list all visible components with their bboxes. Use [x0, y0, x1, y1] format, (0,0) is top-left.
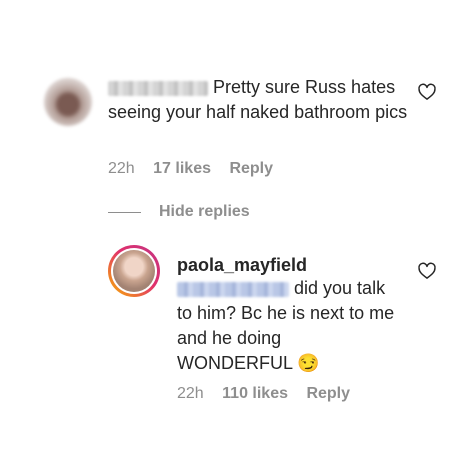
comment-1-meta: 22h 17 likes Reply: [108, 160, 273, 178]
heart-icon[interactable]: [417, 261, 437, 281]
comment-1: Pretty sure Russ hates seeing your half …: [108, 75, 408, 125]
heart-icon[interactable]: [417, 82, 437, 102]
comment-1-time: 22h: [108, 160, 135, 177]
blurred-mention[interactable]: [177, 281, 289, 297]
comment-2-likes[interactable]: 110 likes: [222, 385, 288, 402]
comment-2-line-4: WONDERFUL: [177, 353, 293, 373]
comment-2-line-2: to him? Bc he is next to me: [177, 303, 395, 323]
hide-replies-button[interactable]: Hide replies: [159, 203, 250, 221]
comment-1-reply-button[interactable]: Reply: [229, 160, 273, 177]
smirk-emoji: 😏: [297, 353, 320, 373]
comment-2-meta: 22h 110 likes Reply: [177, 385, 350, 403]
comment-1-likes[interactable]: 17 likes: [153, 160, 211, 177]
paola-avatar-ring[interactable]: [108, 245, 160, 297]
comment-2-line-1: did you talk: [294, 278, 386, 298]
comment-2-reply-button[interactable]: Reply: [306, 385, 350, 402]
comment-2-time: 22h: [177, 385, 204, 402]
comment-2: did you talk to him? Bc he is next to me…: [177, 276, 407, 376]
paola-avatar: [113, 250, 155, 292]
hide-replies-divider: [108, 212, 141, 213]
blurred-username[interactable]: [108, 80, 208, 96]
hide-replies-label: Hide replies: [159, 203, 250, 220]
commenter-avatar[interactable]: [44, 78, 92, 126]
paola-username[interactable]: paola_mayfield: [177, 255, 307, 276]
comment-2-line-3: and he doing: [177, 328, 282, 348]
